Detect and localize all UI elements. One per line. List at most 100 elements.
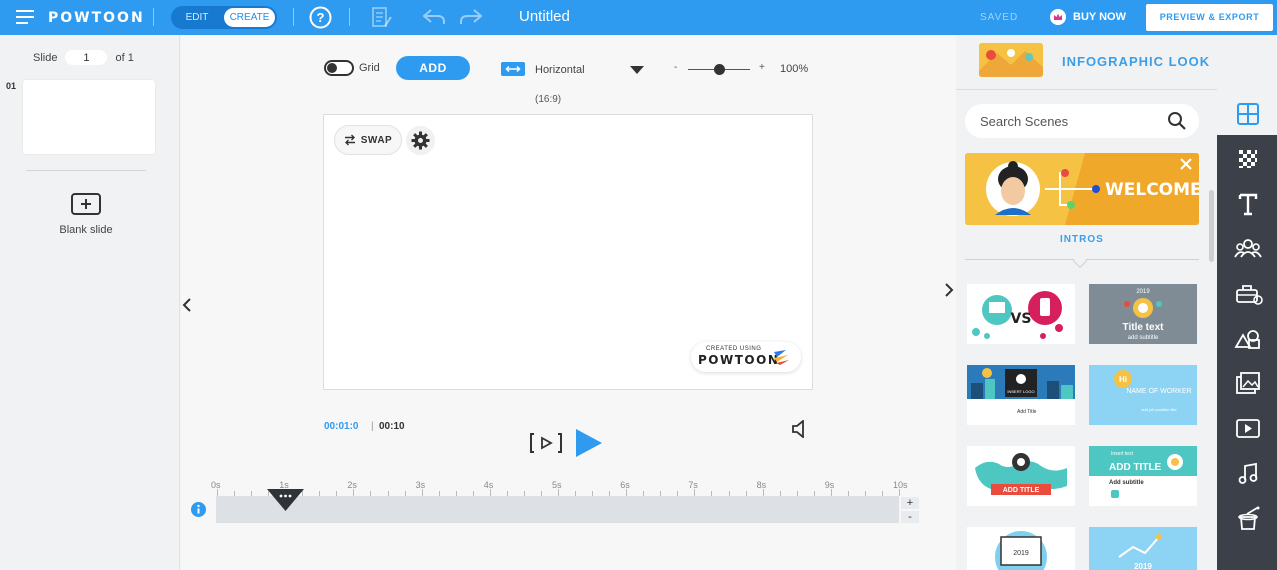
grid-toggle-knob (327, 63, 337, 73)
scene-year: 2019 (1136, 289, 1150, 295)
time-separator: | (371, 421, 374, 432)
scene-card-map-title[interactable]: ADD TITLE (967, 446, 1075, 506)
add-slide-icon[interactable] (71, 193, 101, 215)
timeline-tick-mark (762, 489, 764, 496)
scene-subtitle: add job position title (1141, 407, 1177, 412)
zoom-slider-handle[interactable] (713, 64, 725, 75)
menu-icon[interactable] (16, 9, 36, 25)
collapse-right-icon[interactable] (944, 283, 954, 297)
scene-text: INSERT LOGO (1007, 389, 1034, 394)
timeline-tick-label: 9s (824, 480, 835, 490)
scene-card-add-title[interactable]: Insert text ADD TITLE Add subtitle (1089, 446, 1197, 506)
video-icon[interactable] (1233, 415, 1263, 443)
scenes-scrollbar[interactable] (1209, 190, 1214, 262)
watermark-logo: POWTOON (698, 353, 780, 367)
scene-card-insert-logo[interactable]: INSERT LOGO Add Title (967, 365, 1075, 425)
look-selector-label[interactable]: INFOGRAPHIC LOOK (1062, 54, 1210, 69)
crown-icon (1050, 9, 1066, 25)
scene-card-vs[interactable]: VS (967, 284, 1075, 344)
look-thumbnail[interactable] (979, 43, 1043, 77)
mode-toggle[interactable]: EDIT CREATE (171, 6, 277, 29)
close-icon[interactable] (1180, 158, 1192, 170)
orientation-dropdown-caret-icon[interactable] (630, 66, 644, 74)
characters-icon[interactable] (1233, 235, 1263, 263)
timeline-tick-mark (217, 489, 218, 496)
scene-card-2019-chart[interactable]: 2019 (1089, 527, 1197, 570)
playhead-handle[interactable] (266, 488, 304, 512)
slide-index: 01 (6, 81, 17, 91)
timeline-zoom-out-button[interactable]: - (901, 511, 919, 523)
saved-status: SAVED (980, 12, 1019, 23)
powtoon-logo: POWTOON (48, 10, 145, 26)
divider (153, 8, 154, 26)
images-icon[interactable] (1233, 370, 1263, 398)
gear-icon[interactable] (406, 126, 435, 155)
horizontal-orientation-icon[interactable] (501, 62, 525, 76)
notes-icon[interactable] (371, 6, 393, 30)
text-icon[interactable] (1233, 190, 1263, 218)
search-icon[interactable] (1167, 111, 1187, 131)
timeline-tick-mark (626, 489, 628, 496)
scene-thumbnail-image: INSERT LOGO Add Title (967, 365, 1075, 425)
divider (26, 170, 146, 171)
scene-thumbnail-image: 2019 Title text add subtitle (1089, 284, 1197, 344)
orientation-label[interactable]: Horizontal (535, 64, 585, 76)
zoom-out-button[interactable]: - (674, 62, 677, 73)
scene-text: Title text (1123, 322, 1165, 333)
scene-thumbnail-image: 2019 (1089, 527, 1197, 570)
scene-card-title-text[interactable]: 2019 Title text add subtitle (1089, 284, 1197, 344)
preview-export-button[interactable]: PREVIEW & EXPORT (1146, 4, 1273, 31)
search-scenes-input[interactable] (980, 113, 1160, 129)
slide-number-input[interactable] (65, 50, 108, 65)
info-icon[interactable] (191, 502, 206, 517)
timeline-track[interactable] (216, 496, 899, 523)
document-title[interactable]: Untitled (519, 8, 570, 25)
mode-edit-option[interactable]: EDIT (171, 6, 223, 29)
scene-card-2019-board[interactable]: 2019 (967, 527, 1075, 570)
scene-subtitle: Add Title (1017, 409, 1037, 415)
slide-total: of 1 (115, 51, 134, 64)
mode-create-option[interactable]: CREATE (224, 8, 275, 27)
blank-slide-label[interactable]: Blank slide (0, 224, 172, 236)
add-button[interactable]: ADD (396, 56, 470, 80)
powtoon-watermark: CREATED USING POWTOON (691, 342, 801, 372)
music-icon[interactable] (1233, 460, 1263, 488)
play-frame-icon[interactable] (529, 432, 563, 454)
props-icon[interactable] (1233, 280, 1263, 308)
background-checker-icon[interactable] (1233, 145, 1263, 173)
buy-now-button[interactable]: BUY NOW (1050, 9, 1126, 25)
swap-button[interactable]: SWAP (334, 125, 402, 155)
scene-text: VS (1011, 311, 1032, 327)
volume-icon[interactable] (791, 420, 807, 438)
scene-thumbnail-image: 2019 (967, 527, 1075, 570)
watermark-caption: CREATED USING (706, 346, 762, 352)
scene-thumbnail-image: Insert text ADD TITLE Add subtitle (1089, 446, 1197, 506)
collapse-left-icon[interactable] (182, 298, 192, 312)
timeline-tick-mark (899, 489, 900, 496)
slide-label: Slide (33, 51, 58, 64)
timeline-tick-label: 2s (347, 480, 357, 490)
banner-welcome-text: WELCOME (1105, 180, 1199, 200)
redo-icon[interactable] (459, 8, 483, 26)
grid-toggle[interactable] (324, 60, 354, 76)
play-icon[interactable] (575, 428, 603, 458)
special-effects-hat-icon[interactable] (1233, 505, 1263, 533)
timeline-zoom-in-button[interactable]: + (901, 497, 919, 509)
slide-thumbnail[interactable] (23, 80, 155, 154)
scene-thumbnail-image: VS (967, 284, 1075, 344)
welcome-banner-image: WELCOME (965, 153, 1199, 225)
help-icon[interactable]: ? (309, 6, 332, 29)
scene-card-name-of-worker[interactable]: Hi NAME OF WORKER add job position title (1089, 365, 1197, 425)
undo-icon[interactable] (422, 8, 446, 26)
grid-label: Grid (359, 62, 380, 74)
intro-banner[interactable]: WELCOME (965, 153, 1199, 225)
timeline-tick-label: 7s (688, 480, 698, 490)
scenes-layout-icon[interactable] (1233, 100, 1263, 128)
shapes-icon[interactable] (1233, 325, 1263, 353)
scene-subtitle: add subtitle (1128, 335, 1159, 341)
zoom-in-button[interactable]: + (759, 62, 765, 73)
timeline-tick-mark (830, 489, 832, 496)
swap-label: SWAP (360, 134, 393, 146)
scene-text: NAME OF WORKER (1126, 388, 1191, 395)
timeline-tick-label: 4s (483, 480, 494, 490)
